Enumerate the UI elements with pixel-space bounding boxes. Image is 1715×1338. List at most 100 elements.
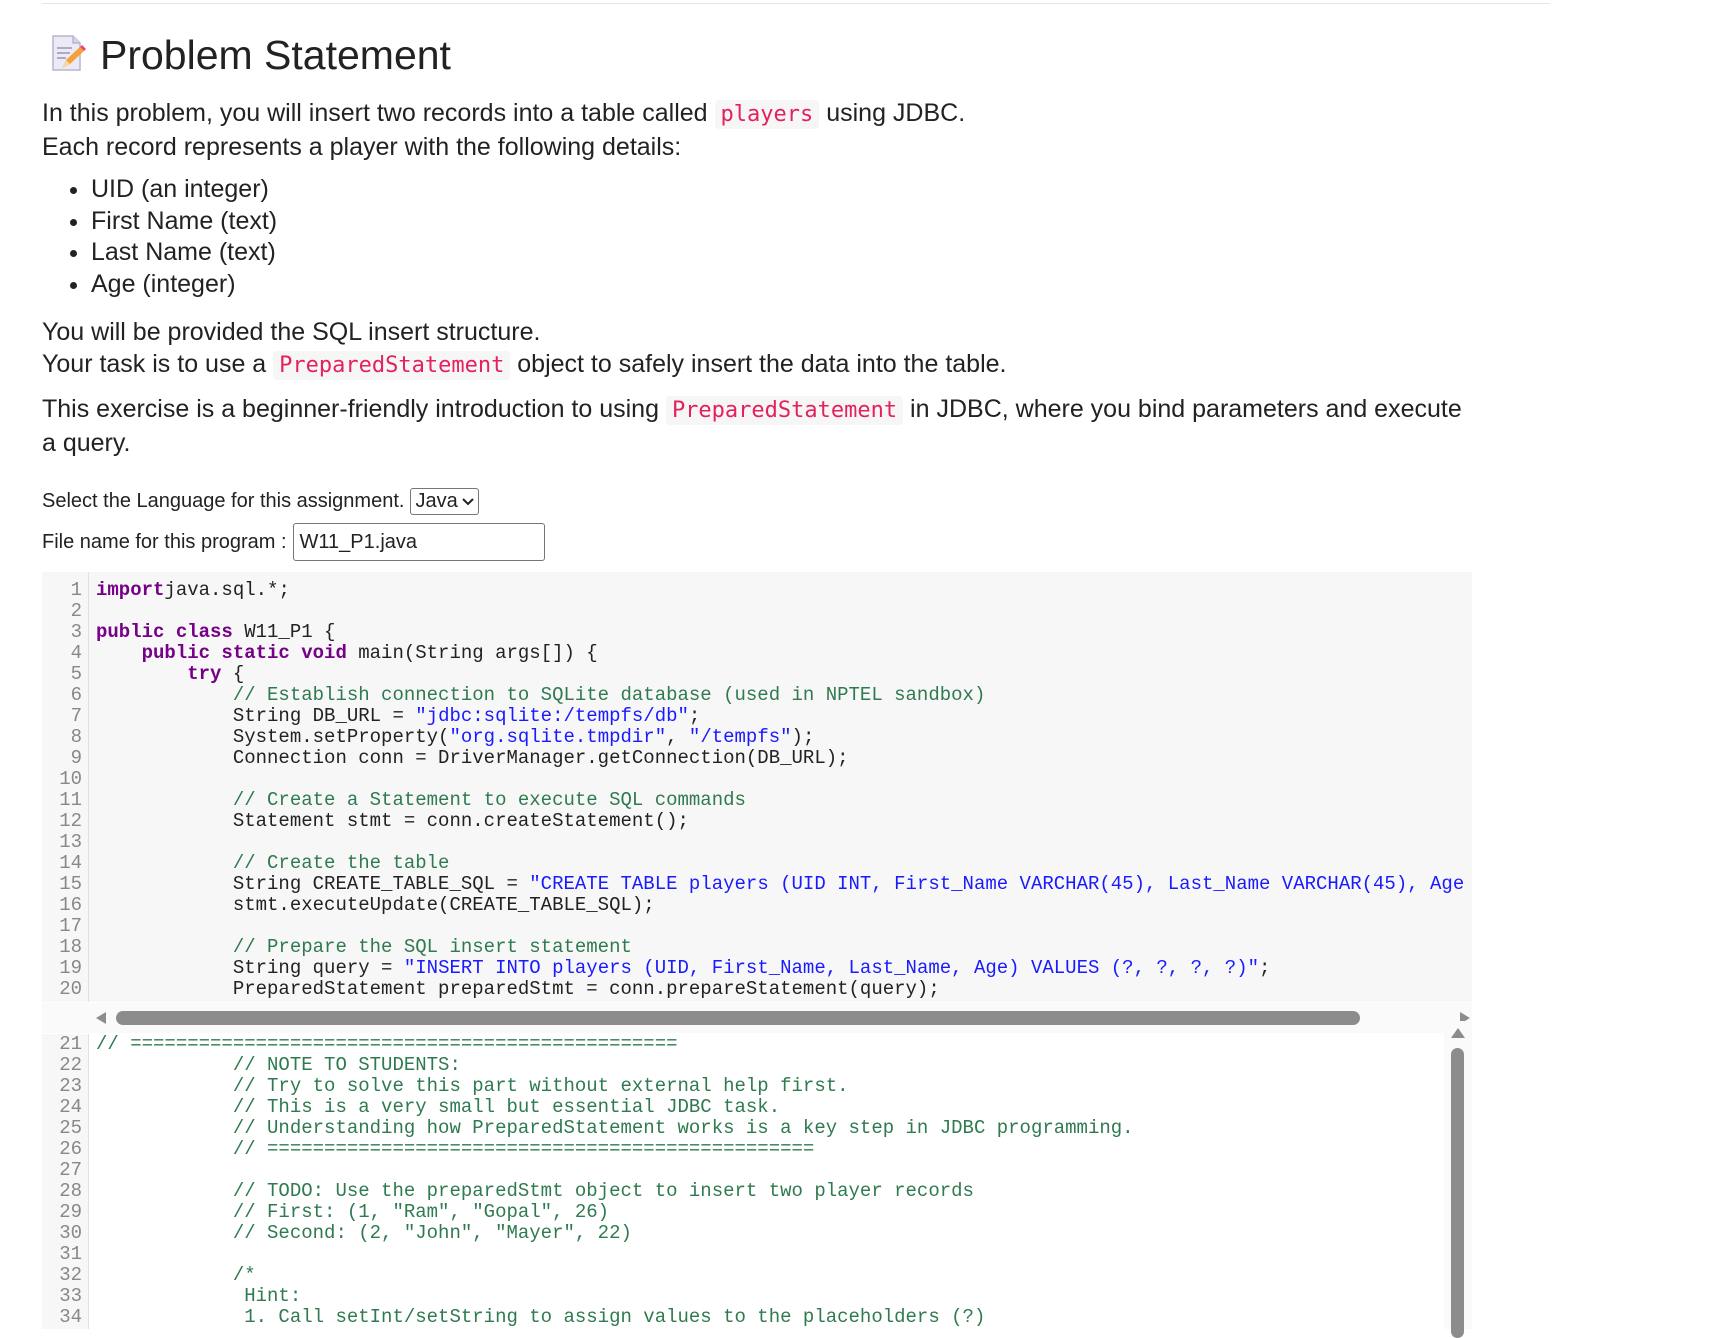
code-string: "org.sqlite.tmpdir" <box>449 726 667 748</box>
code-line[interactable]: 20 PreparedStatement preparedStmt = conn… <box>42 979 1464 1000</box>
code-line[interactable]: 3 public class W11_P1 { <box>42 622 1464 643</box>
code-token: , <box>666 726 689 748</box>
code-text: // =====================================… <box>96 1139 815 1160</box>
scroll-left-icon[interactable] <box>96 1012 106 1024</box>
scrollbar-thumb[interactable] <box>1451 1048 1464 1338</box>
code-line[interactable]: 19 String query = "INSERT INTO players (… <box>42 958 1464 979</box>
line-number: 6 <box>70 684 82 706</box>
scrollbar-thumb[interactable] <box>116 1011 1360 1025</box>
code-line[interactable]: 5 try { <box>42 664 1464 685</box>
code-comment: // This is a very small but essential JD… <box>96 1096 781 1118</box>
code-line[interactable]: 9 Connection conn = DriverManager.getCon… <box>42 748 1464 769</box>
code-text: // Try to solve this part without extern… <box>96 1076 849 1097</box>
line-number: 21 <box>59 1034 82 1055</box>
line-number: 29 <box>59 1201 82 1223</box>
code-line[interactable]: 8 System.setProperty("org.sqlite.tmpdir"… <box>42 727 1464 748</box>
line-number: 3 <box>70 621 82 643</box>
code-text: importjava.sql.*; <box>96 580 290 601</box>
code-line[interactable]: 16 stmt.executeUpdate(CREATE_TABLE_SQL); <box>42 895 1464 916</box>
code-line[interactable]: 11 // Create a Statement to execute SQL … <box>42 790 1464 811</box>
line-number: 22 <box>59 1054 82 1076</box>
horizontal-scrollbar[interactable] <box>42 1003 1472 1033</box>
code-comment: // NOTE TO STUDENTS: <box>96 1054 461 1076</box>
language-label: Select the Language for this assignment. <box>42 490 405 512</box>
code-keyword: public class <box>96 621 233 643</box>
code-line[interactable]: 26 // ==================================… <box>42 1139 1134 1160</box>
code-line[interactable]: 14 // Create the table <box>42 853 1464 874</box>
code-editor-top[interactable]: 1 importjava.sql.*; 2 3 public class W11_P1 … <box>42 572 1472 1002</box>
line-number: 18 <box>59 936 82 958</box>
code-comment: // Second: (2, "John", "Mayer", 22) <box>96 1222 632 1244</box>
code-line[interactable]: 15 String CREATE_TABLE_SQL = "CREATE TAB… <box>42 874 1464 895</box>
code-comment: Hint: <box>96 1285 302 1307</box>
language-select[interactable]: Java <box>410 488 479 515</box>
code-line[interactable]: 33 Hint: <box>42 1286 1134 1307</box>
text: In this problem, you will insert two rec… <box>42 99 715 127</box>
code-line[interactable]: 23 // Try to solve this part without ext… <box>42 1076 1134 1097</box>
code-keyword: try <box>187 663 222 685</box>
code-comment: // Try to solve this part without extern… <box>96 1075 849 1097</box>
code-line[interactable]: 32 /* <box>42 1265 1134 1286</box>
line-number: 8 <box>70 726 82 748</box>
code-comment: 1. Call setInt/setString to assign value… <box>96 1306 986 1328</box>
line-number: 11 <box>59 789 82 811</box>
file-name-input[interactable]: W11_P1.java <box>292 523 545 561</box>
line-number: 15 <box>59 873 82 895</box>
code-token: { <box>221 663 245 685</box>
text: a query. <box>42 429 131 457</box>
code-line[interactable]: 2 <box>42 601 1464 622</box>
code-line[interactable]: 17 <box>42 916 1464 937</box>
line-number: 4 <box>70 642 82 664</box>
exercise-paragraph: This exercise is a beginner-friendly int… <box>42 393 1462 459</box>
code-line[interactable]: 13 <box>42 832 1464 853</box>
code-text: // Create a Statement to execute SQL com… <box>96 790 746 811</box>
code-text: public static void main(String args[]) { <box>96 643 598 664</box>
code-string: "CREATE TABLE players (UID INT, First_Na… <box>529 873 1465 895</box>
code-line[interactable]: 21 // ===================================… <box>42 1034 1134 1055</box>
code-text: // TODO: Use the preparedStmt object to … <box>96 1181 974 1202</box>
code-text: // This is a very small but essential JD… <box>96 1097 780 1118</box>
code-text: // NOTE TO STUDENTS: <box>96 1055 461 1076</box>
text: This exercise is a beginner-friendly int… <box>42 395 666 423</box>
code-line[interactable]: 24 // This is a very small but essential… <box>42 1097 1134 1118</box>
scroll-up-icon[interactable] <box>1451 1028 1465 1038</box>
code-line[interactable]: 12 Statement stmt = conn.createStatement… <box>42 811 1464 832</box>
code-line[interactable]: 25 // Understanding how PreparedStatemen… <box>42 1118 1133 1139</box>
code-line[interactable]: 31 <box>42 1244 1134 1265</box>
code-token: PreparedStatement preparedStmt = conn.pr… <box>96 978 940 1000</box>
code-line[interactable]: 4 public static void main(String args[])… <box>42 643 1464 664</box>
text: object to safely insert the data into th… <box>510 350 1007 378</box>
code-text: String query = "INSERT INTO players (UID… <box>96 958 1271 979</box>
code-line[interactable]: 22 // NOTE TO STUDENTS: <box>42 1055 1134 1076</box>
file-name-row: File name for this program : W11_P1.java <box>42 523 545 561</box>
code-token: System.setProperty( <box>96 726 450 748</box>
code-text: // Prepare the SQL insert statement <box>96 937 632 958</box>
code-line[interactable]: 29 // First: (1, "Ram", "Gopal", 26) <box>42 1202 1134 1223</box>
page-title: Problem Statement <box>100 32 451 78</box>
list-item: Last Name (text) <box>91 237 277 269</box>
code-token: Statement stmt = conn.createStatement(); <box>96 810 689 832</box>
code-string: "jdbc:sqlite:/tempfs/db" <box>415 705 689 727</box>
code-line[interactable]: 6 // Establish connection to SQLite data… <box>42 685 1464 706</box>
code-line[interactable]: 27 <box>42 1160 1134 1181</box>
code-line[interactable]: 10 <box>42 769 1464 790</box>
list-item: First Name (text) <box>91 206 277 238</box>
code-text: // Create the table <box>96 853 450 874</box>
code-text: Connection conn = DriverManager.getConne… <box>96 748 849 769</box>
code-line[interactable]: 18 // Prepare the SQL insert statement <box>42 937 1464 958</box>
line-number: 33 <box>59 1285 82 1307</box>
top-divider <box>42 3 1550 4</box>
vertical-scrollbar[interactable] <box>1444 1021 1472 1338</box>
code-text: stmt.executeUpdate(CREATE_TABLE_SQL); <box>96 895 655 916</box>
code-text: try { <box>96 664 244 685</box>
code-string: "/tempfs" <box>688 726 792 748</box>
code-line[interactable]: 1 importjava.sql.*; <box>42 580 1464 601</box>
code-line[interactable]: 28 // TODO: Use the preparedStmt object … <box>42 1181 1134 1202</box>
inline-code: PreparedStatement <box>273 351 511 380</box>
code-line[interactable]: 7 String DB_URL = "jdbc:sqlite:/tempfs/d… <box>42 706 1464 727</box>
code-line[interactable]: 30 // Second: (2, "John", "Mayer", 22) <box>42 1223 1134 1244</box>
code-line[interactable]: 34 1. Call setInt/setString to assign va… <box>42 1307 1134 1328</box>
code-editor-bottom[interactable]: 21 // ===================================… <box>42 1034 1472 1329</box>
